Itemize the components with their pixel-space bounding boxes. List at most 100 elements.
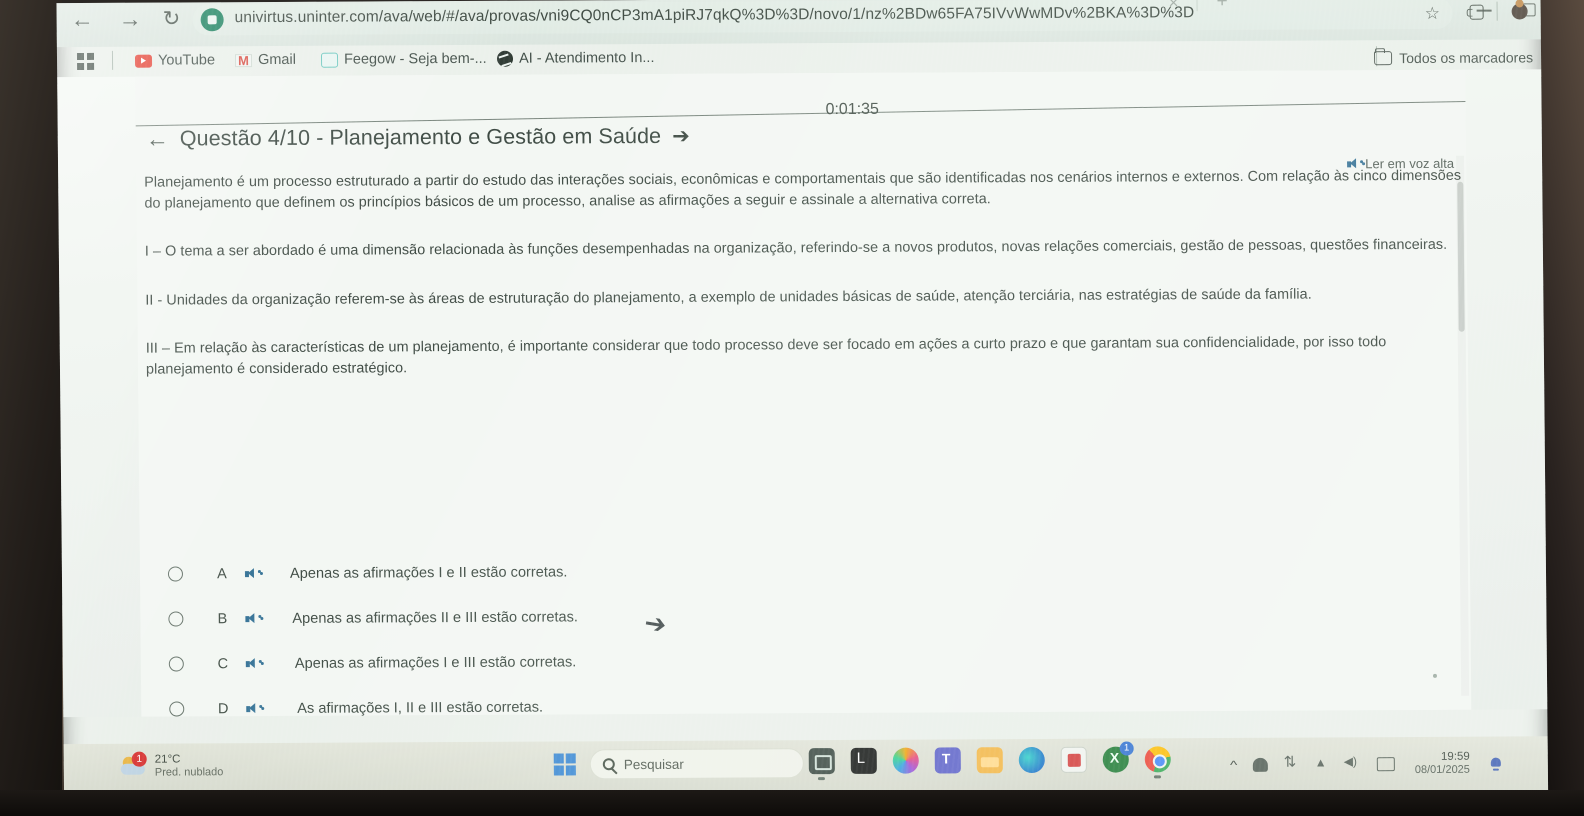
option-label: As afirmações I, II e III estão corretas… (297, 699, 544, 717)
taskbar-clock[interactable]: 19:59 08/01/2025 (1415, 751, 1470, 777)
ai-atendimento-icon (496, 50, 514, 67)
radio-button-c[interactable] (168, 656, 184, 672)
option-label: Apenas as afirmações I e III estão corre… (294, 653, 577, 672)
search-placeholder: Pesquisar (623, 756, 684, 772)
weather-description: Pred. nublado (154, 766, 224, 779)
site-favicon-icon (200, 8, 224, 32)
extensions-icon[interactable] (1469, 4, 1484, 20)
quiz-card: ← Questão 4/10 - Planejamento e Gestão e… (135, 69, 1472, 717)
taskbar-app-microsoft-store[interactable] (1060, 746, 1087, 773)
taskbar-apps: 1 (808, 741, 1171, 781)
taskbar-app-edge[interactable] (1018, 746, 1045, 774)
folder-icon (1374, 51, 1393, 66)
weather-widget[interactable]: 1 21°C Pred. nublado (120, 751, 224, 780)
question-statement-i: I – O tema a ser abordado é uma dimensão… (144, 236, 1448, 260)
bookmark-feegow[interactable]: Feegow - Seja bem-... (320, 47, 487, 72)
toolbar-divider (1496, 1, 1498, 21)
laptop-bezel-bottom (0, 790, 1584, 816)
reload-icon[interactable]: ↻ (163, 6, 181, 31)
start-button-icon[interactable] (553, 753, 576, 776)
scroll-indicator-dot (1432, 673, 1438, 678)
bookmark-label: Feegow - Seja bem-... (343, 50, 487, 68)
battery-icon[interactable] (1376, 757, 1395, 772)
bookmark-label: YouTube (157, 52, 216, 69)
bookmark-gmail[interactable]: M Gmail (234, 48, 296, 72)
question-body: Ler em voz alta Planejamento é um proces… (144, 156, 1466, 380)
bookmarks-divider (111, 50, 114, 70)
bookmark-label: AI - Atendimento In... (518, 49, 655, 67)
speaker-icon[interactable] (245, 613, 262, 624)
weather-cloud-icon: 1 (120, 751, 147, 777)
photographed-laptop-screen: × + ← → ↻ univirtus.uninter.com/ava/web/… (0, 0, 1584, 816)
taskbar-app-copilot[interactable] (892, 747, 919, 774)
profile-avatar[interactable] (1511, 3, 1528, 20)
option-label: Apenas as afirmações I e II estão corret… (289, 563, 568, 582)
taskbar-center: Pesquisar (553, 748, 804, 780)
feegow-icon (320, 52, 339, 68)
page-viewport: ← Questão 4/10 - Planejamento e Gestão e… (57, 69, 1548, 718)
question-statement-iii: III – Em relação às características de u… (145, 334, 1387, 378)
gmail-icon: M (234, 53, 253, 68)
taskbar-app-chrome[interactable] (1144, 746, 1171, 779)
speaker-icon[interactable] (246, 703, 263, 714)
speaker-icon[interactable] (245, 568, 261, 579)
apps-grid-icon[interactable] (76, 52, 95, 71)
question-header: ← Questão 4/10 - Planejamento e Gestão e… (146, 117, 1046, 156)
bookmark-label: Gmail (257, 51, 296, 69)
all-bookmarks-label: Todos os marcadores (1399, 49, 1534, 67)
answer-option-d[interactable]: D As afirmações I, II e III estão corret… (167, 681, 1267, 732)
radio-button-a[interactable] (167, 566, 184, 582)
radio-button-b[interactable] (168, 611, 184, 627)
bookmark-ai-atendimento[interactable]: AI - Atendimento In... (496, 46, 655, 71)
wifi-icon[interactable] (1315, 757, 1330, 771)
search-icon (602, 758, 615, 771)
tray-expand-chevron-icon[interactable]: ^ (1230, 758, 1237, 772)
clock-time: 19:59 (1440, 750, 1470, 763)
next-question-icon[interactable]: ➔ (672, 124, 690, 147)
notifications-bell-icon[interactable] (1490, 757, 1502, 771)
answer-option-c[interactable]: C Apenas as afirmações I e III estão cor… (167, 636, 1267, 687)
notification-badge: 1 (131, 751, 147, 767)
forward-arrow-icon[interactable]: → (119, 6, 142, 33)
screen-content: × + ← → ↻ univirtus.uninter.com/ava/web/… (56, 0, 1549, 799)
question-statement-ii: II - Unidades da organização referem-se … (145, 286, 1312, 309)
option-letter: A (217, 565, 227, 582)
weather-temperature: 21°C (154, 753, 181, 766)
speaker-icon[interactable] (246, 658, 262, 669)
back-arrow-icon[interactable]: ← (71, 6, 94, 33)
option-letter: C (217, 655, 229, 672)
all-bookmarks-button[interactable]: Todos os marcadores (1374, 49, 1533, 66)
bookmark-youtube[interactable]: YouTube (134, 48, 216, 72)
option-label: Apenas as afirmações II e III estão corr… (292, 608, 578, 627)
youtube-icon (134, 54, 153, 68)
network-activity-icon[interactable] (1284, 758, 1299, 772)
quiz-timer: 0:01:35 (825, 100, 880, 119)
search-input[interactable]: Pesquisar (589, 748, 804, 780)
option-letter: D (217, 700, 229, 717)
answer-option-a[interactable]: A Apenas as afirmações I e II estão corr… (166, 546, 1266, 597)
volume-icon[interactable] (1346, 757, 1361, 771)
answer-options: A Apenas as afirmações I e II estão corr… (166, 546, 1268, 732)
taskbar-app-teams[interactable] (934, 747, 961, 774)
taskbar-app-file-explorer[interactable] (976, 747, 1003, 774)
read-aloud-button[interactable]: Ler em voz alta (1347, 156, 1454, 172)
onedrive-cloud-icon[interactable] (1252, 757, 1268, 772)
taskbar-app-xbox[interactable]: 1 (1102, 741, 1134, 773)
speaker-icon (1347, 158, 1364, 169)
radio-button-d[interactable] (169, 701, 185, 717)
taskbar-app-terminal[interactable] (850, 747, 877, 774)
vertical-scrollbar[interactable] (1456, 156, 1469, 696)
xbox-badge: 1 (1119, 741, 1134, 756)
page-title: Questão 4/10 - Planejamento e Gestão em … (179, 123, 662, 150)
previous-question-icon[interactable]: ← (146, 125, 169, 151)
taskbar-app-snipping-tool[interactable] (808, 748, 835, 781)
laptop-bezel-left (0, 0, 62, 816)
mouse-cursor: ➔ (642, 607, 669, 641)
windows-taskbar: 1 21°C Pred. nublado Pesquisar L T 1 X ^… (63, 736, 1549, 799)
answer-option-b[interactable]: B Apenas as afirmações II e III estão co… (166, 591, 1266, 642)
clock-date: 08/01/2025 (1414, 763, 1470, 777)
system-tray: ^ 19:59 08/01/2025 (1230, 751, 1502, 778)
bookmark-star-icon[interactable]: ☆ (1425, 4, 1440, 24)
read-aloud-label: Ler em voz alta (1365, 155, 1455, 172)
question-statement-intro: Planejamento é um processo estruturado a… (144, 167, 1462, 212)
